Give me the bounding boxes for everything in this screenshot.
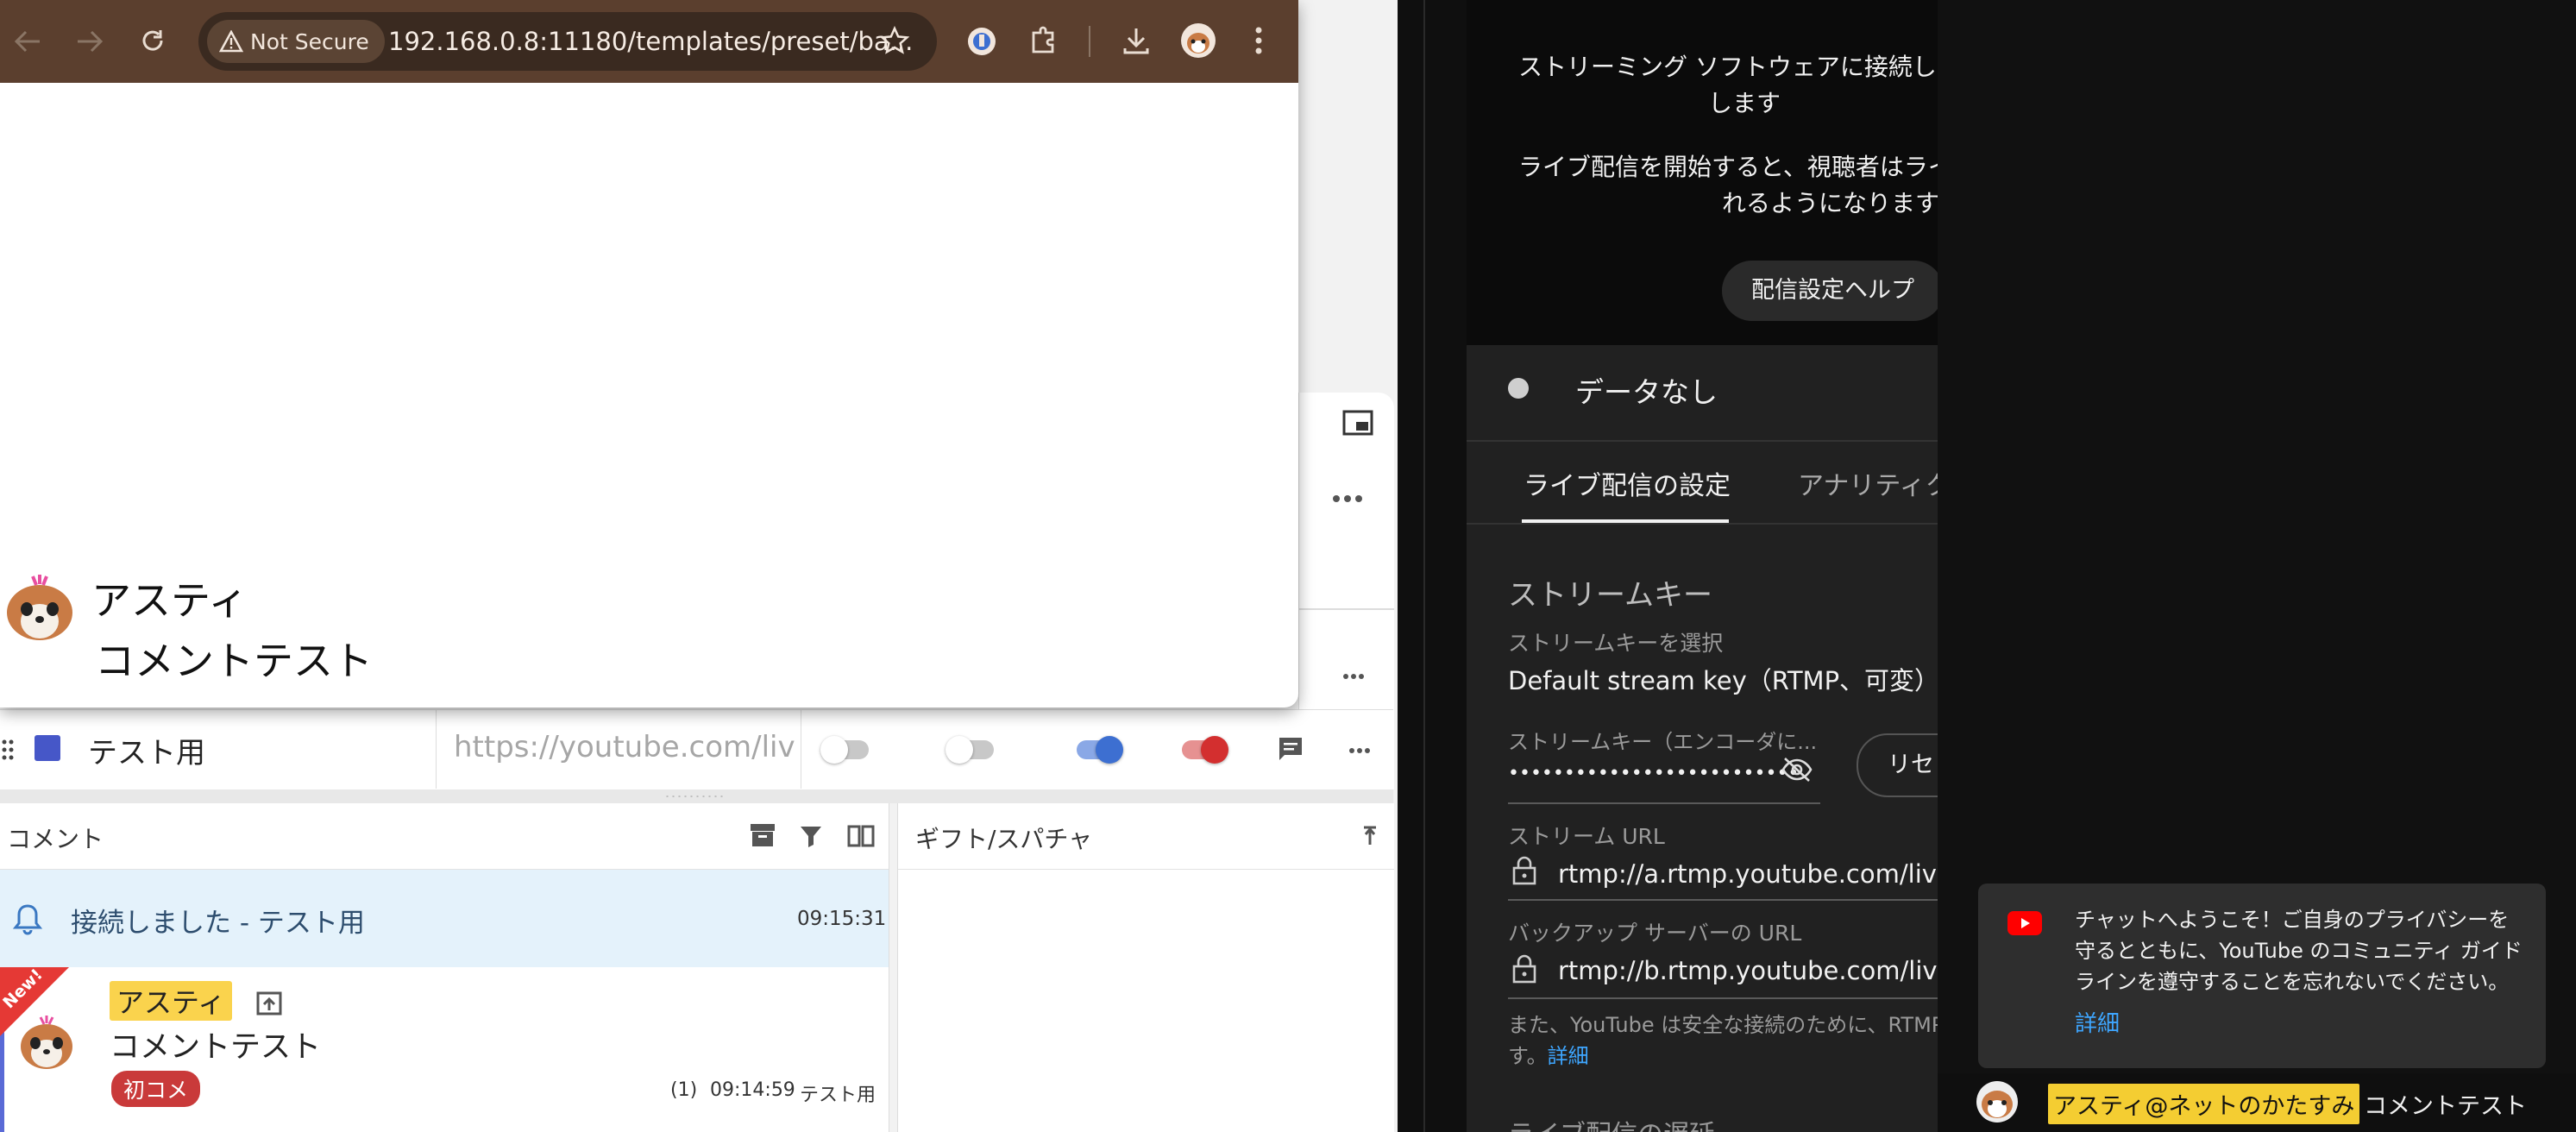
bell-icon xyxy=(12,902,43,935)
forward-icon[interactable] xyxy=(76,29,104,53)
select-key-label: ストリームキーを選択 xyxy=(1508,631,1724,656)
more-options-icon[interactable] xyxy=(1332,494,1363,503)
open-profile-icon[interactable] xyxy=(256,991,282,1016)
toast-line1: チャットへようこそ！ご自身のプライバシーを xyxy=(2075,908,2510,932)
gift-panel-header: ギフト/スパチャ xyxy=(898,803,1394,870)
help-text-line3: ライブ配信を開始すると、視聴者はライ xyxy=(1518,153,1938,181)
comment-panel-title: コメント xyxy=(7,825,104,853)
first-comment-badge: 初コメ xyxy=(111,1071,201,1107)
extension-badge-icon[interactable] xyxy=(966,26,997,57)
chat-author-avatar[interactable] xyxy=(1976,1080,2019,1123)
stream-key-label: ストリームキー（エンコーダに... xyxy=(1508,730,1818,754)
comment-count: (1) xyxy=(670,1079,698,1101)
comment-panel: コメント 接続しました - テスト用 09:15:31 New! アスティ コメ… xyxy=(0,803,889,1132)
chat-welcome-toast: チャットへようこそ！ご自身のプライバシーを 守るとともに、YouTube のコミ… xyxy=(1978,884,2546,1068)
comment-author[interactable]: アスティ xyxy=(110,981,233,1021)
overlay-comment-text: コメントテスト xyxy=(95,638,373,684)
help-text-line2: します xyxy=(1708,89,1781,117)
secure-note-line2: す。詳細 xyxy=(1508,1039,1589,1069)
channel-url-input[interactable]: https://youtube.com/live xyxy=(436,709,801,789)
tab-live-settings[interactable]: ライブ配信の設定 xyxy=(1524,464,1731,502)
stream-preview-area: ストリーミング ソフトウェアに接続して します ライブ配信を開始すると、視聴者は… xyxy=(1467,0,1938,345)
secure-note-prefix: す。 xyxy=(1508,1044,1548,1068)
bookmark-star-icon[interactable] xyxy=(880,26,909,55)
extensions-icon[interactable] xyxy=(1028,26,1058,55)
download-icon[interactable] xyxy=(1122,26,1151,55)
toast-line2: 守るとともに、YouTube のコミュニティ ガイド xyxy=(2075,939,2523,963)
toast-line3: ラインを遵守することを忘れないでください。 xyxy=(2075,970,2510,994)
stream-key-value[interactable]: •••••••••••••••••••••••••• xyxy=(1508,763,1799,784)
channel-name[interactable]: テスト用 xyxy=(88,729,205,771)
help-text-line1: ストリーミング ソフトウェアに接続して xyxy=(1518,53,1938,81)
channel-color-swatch[interactable] xyxy=(35,735,60,761)
lock-icon xyxy=(1511,856,1537,885)
security-chip[interactable]: Not Secure xyxy=(207,20,385,63)
comment-icon[interactable] xyxy=(1277,735,1304,763)
security-label: Not Secure xyxy=(250,28,369,54)
browser-toolbar: Not Secure 192.168.0.8:11180/templates/p… xyxy=(0,0,1298,83)
system-message-text: 接続しました - テスト用 xyxy=(71,908,365,939)
channel-more-icon[interactable] xyxy=(1348,747,1371,754)
help-text-line4: れるようになります xyxy=(1722,189,1938,217)
comment-channel: テスト用 xyxy=(800,1085,876,1106)
stream-key-heading: ストリームキー xyxy=(1508,578,1712,613)
studio-left-gutter xyxy=(1398,0,1467,1132)
secure-note-link[interactable]: 詳細 xyxy=(1548,1044,1589,1068)
secure-note-line1: また、YouTube は安全な接続のために、RTMP xyxy=(1508,1013,1938,1037)
commenter-avatar[interactable] xyxy=(16,1012,77,1072)
columns-icon[interactable] xyxy=(847,824,875,848)
stream-help-button[interactable]: 配信設定ヘルプ xyxy=(1722,261,1938,321)
overlay-avatar xyxy=(3,571,76,644)
picture-in-picture-icon[interactable] xyxy=(1342,410,1373,436)
stream-url-label: ストリーム URL xyxy=(1508,824,1665,849)
system-message-time: 09:15:31 xyxy=(797,908,887,930)
lock-icon xyxy=(1511,954,1537,984)
pin-icon[interactable] xyxy=(1360,824,1379,848)
backup-url-value[interactable]: rtmp://b.rtmp.youtube.com/live2 xyxy=(1558,956,1938,985)
gift-panel-title: ギフト/スパチャ xyxy=(915,825,1093,853)
system-message-row: 接続しました - テスト用 09:15:31 xyxy=(0,870,889,967)
backup-url-label: バックアップ サーバーの URL xyxy=(1508,921,1802,946)
toast-details-link[interactable]: 詳細 xyxy=(2075,1006,2120,1038)
filter-icon[interactable] xyxy=(799,824,823,848)
comment-time: 09:14:59 xyxy=(710,1079,795,1101)
archive-icon[interactable] xyxy=(749,822,776,848)
channel-url-placeholder: https://youtube.com/live xyxy=(454,730,795,764)
url-text: 192.168.0.8:11180/templates/preset/ba... xyxy=(388,27,914,56)
overlay-author-name: アスティ xyxy=(91,577,248,624)
tab-analytics[interactable]: アナリティク xyxy=(1798,464,1938,502)
profile-avatar-icon[interactable] xyxy=(1180,22,1216,59)
select-key-value[interactable]: Default stream key（RTMP、可変） xyxy=(1508,661,1938,697)
drag-handle-icon[interactable] xyxy=(2,739,14,760)
chat-message-text: コメントテスト xyxy=(2364,1093,2527,1120)
chat-author-name[interactable]: アスティ@ネットのかたすみ xyxy=(2048,1084,2360,1124)
status-dot xyxy=(1508,378,1529,399)
visibility-off-icon[interactable] xyxy=(1781,756,1813,783)
gift-panel: ギフト/スパチャ xyxy=(897,803,1394,1132)
stream-url-value[interactable]: rtmp://a.rtmp.youtube.com/live2 xyxy=(1558,859,1938,889)
row-more-icon[interactable] xyxy=(1342,673,1365,680)
reload-icon[interactable] xyxy=(140,28,166,53)
latency-heading-cut: ライブ配信の遅延 xyxy=(1508,1113,1715,1132)
comment-item[interactable]: New! アスティ コメントテスト 初コメ (1) 09:14:59 テスト用 xyxy=(0,965,889,1132)
chat-message-row: アスティ@ネットのかたすみ コメントテスト xyxy=(1938,1073,2576,1132)
pane-splitter[interactable] xyxy=(0,789,1393,803)
browser-window: Not Secure 192.168.0.8:11180/templates/p… xyxy=(0,0,1298,708)
reset-key-button[interactable]: リセ xyxy=(1857,733,1938,797)
stream-status-text: データなし xyxy=(1575,375,1718,409)
comment-panel-header: コメント xyxy=(0,803,889,870)
back-icon[interactable] xyxy=(14,29,41,53)
youtube-logo-icon xyxy=(2007,911,2042,935)
browser-menu-icon[interactable] xyxy=(1254,26,1263,55)
warning-icon xyxy=(219,30,243,53)
address-bar[interactable]: Not Secure 192.168.0.8:11180/templates/p… xyxy=(198,12,937,71)
stream-settings-panel: ストリーミング ソフトウェアに接続して します ライブ配信を開始すると、視聴者は… xyxy=(1467,0,1938,1132)
comment-text: コメントテスト xyxy=(110,1030,322,1065)
